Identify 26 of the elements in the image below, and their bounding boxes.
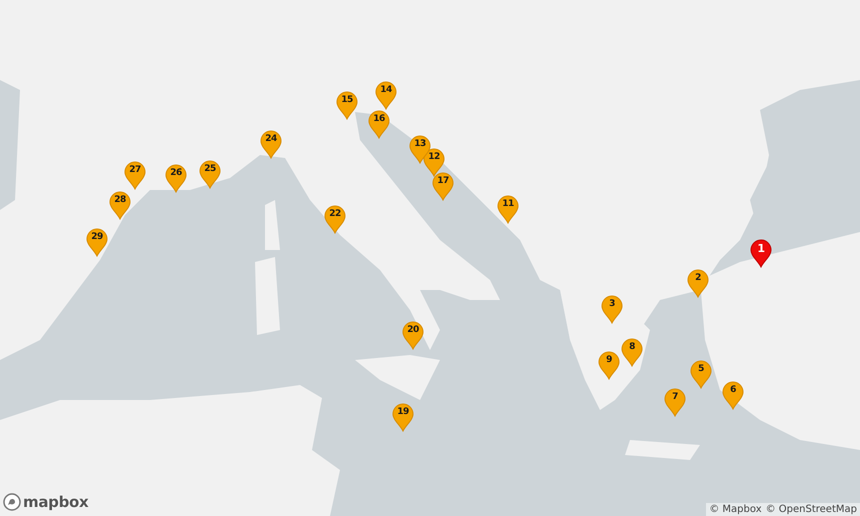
map-marker[interactable]: 7 [664, 388, 686, 417]
map-marker[interactable]: 25 [199, 160, 221, 189]
map-marker[interactable]: 26 [165, 164, 187, 193]
map-marker[interactable]: 28 [109, 191, 131, 220]
map-marker[interactable]: 2 [687, 269, 709, 298]
map-marker[interactable]: 1 [750, 239, 772, 268]
attribution-link[interactable]: © OpenStreetMap [766, 504, 857, 515]
map-marker[interactable]: 15 [336, 91, 358, 120]
map-marker[interactable]: 20 [402, 321, 424, 350]
map-marker[interactable]: 14 [375, 81, 397, 110]
mapbox-logo-icon [3, 493, 21, 511]
map-marker[interactable]: 16 [368, 110, 390, 139]
map-marker[interactable]: 9 [598, 351, 620, 380]
map-marker[interactable]: 5 [690, 360, 712, 389]
map-marker[interactable]: 11 [497, 195, 519, 224]
map-marker[interactable]: 8 [621, 338, 643, 367]
map-marker[interactable]: 6 [722, 381, 744, 410]
map-marker[interactable]: 19 [392, 403, 414, 432]
logo-text: mapbox [23, 493, 88, 511]
map-marker[interactable]: 29 [86, 228, 108, 257]
map-marker[interactable]: 24 [260, 130, 282, 159]
attribution-link[interactable]: © Mapbox [709, 504, 762, 515]
map-marker[interactable]: 22 [324, 205, 346, 234]
map-marker[interactable]: 3 [601, 295, 623, 324]
map-marker[interactable]: 27 [124, 161, 146, 190]
map-marker[interactable]: 17 [432, 172, 454, 201]
